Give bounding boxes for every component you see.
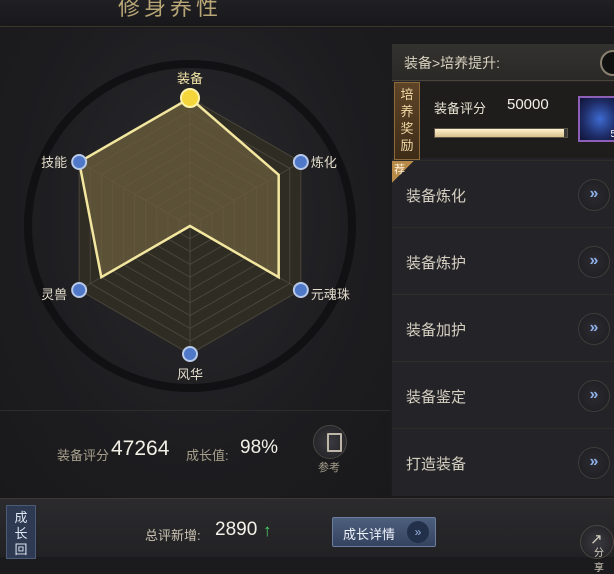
cultivation-item[interactable]: 荐装备炼化 » [392, 160, 614, 227]
top-bar: 修身养性 [0, 0, 614, 27]
cultivation-item-label: 打造装备 [406, 456, 467, 473]
cultivation-header: 装备>培养提升: [392, 44, 614, 81]
chevron-right-icon[interactable]: » [578, 447, 610, 479]
cultivation-item-label: 装备炼化 [406, 188, 467, 205]
share-button[interactable]: ↗ 分享 [580, 525, 614, 574]
growth-label: 成长值: [186, 448, 229, 463]
cultivation-header-text: 装备>培养提升: [404, 55, 501, 71]
reward-item-icon[interactable]: 5 [578, 96, 614, 142]
panel-toggle-icon[interactable] [600, 50, 614, 76]
reward-progress-bar [434, 128, 568, 138]
reward-score-value: 50000 [507, 96, 549, 113]
radar-chart: 装备炼化元魂珠风华 灵兽 技能 [24, 60, 356, 392]
total-increase-label: 总评新增: [145, 528, 201, 543]
chevron-right-icon: » [407, 521, 429, 543]
radar-axis-label: 技能 [41, 155, 67, 170]
radar-axis-label: 炼化 [311, 155, 337, 170]
cultivation-item[interactable]: 装备加护 » [392, 294, 614, 361]
score-value: 47264 [111, 437, 170, 460]
cultivation-panel: 装备>培养提升: 培养奖励 装备评分 50000 5 荐装备炼化» 装备炼护» 装备… [392, 44, 614, 496]
growth-detail-label: 成长详情 [343, 527, 396, 542]
cultivation-item[interactable]: 装备炼护 » [392, 227, 614, 294]
radar-node [71, 282, 88, 298]
document-icon [327, 433, 342, 452]
growth-review-label: 成长回 [14, 510, 28, 557]
growth-review-tab[interactable]: 成长回 [6, 505, 36, 559]
chevron-right-icon[interactable]: » [578, 179, 610, 211]
cultivation-item[interactable]: 打造装备 » [392, 428, 614, 495]
cultivation-item-label: 装备炼护 [406, 255, 467, 272]
growth-value: 98% [240, 437, 279, 458]
radar-node [182, 346, 198, 362]
radar-node [71, 154, 88, 170]
chevron-right-icon[interactable]: » [578, 380, 610, 412]
up-arrow-icon: ↑ [263, 521, 272, 540]
recommended-tag-text: 荐 [394, 164, 405, 176]
growth-detail-button[interactable]: 成长详情 » [332, 517, 436, 547]
reward-score-label: 装备评分 [434, 101, 487, 116]
cultivation-item[interactable]: 装备鉴定 » [392, 361, 614, 428]
total-increase-value: 2890 [215, 519, 258, 540]
reward-tag: 培养奖励 [394, 82, 420, 160]
score-row: 装备评分 47264 成长值: 98% 参考 [0, 410, 390, 499]
cultivation-item-label: 装备鉴定 [406, 389, 467, 406]
recommended-tag: 荐 [392, 161, 414, 183]
score-label: 装备评分 [57, 448, 110, 463]
radar-axis-label: 风华 [177, 367, 203, 382]
reward-item-count: 5 [610, 129, 614, 140]
radar-node [292, 282, 309, 298]
radar-node [180, 88, 200, 108]
page-title: 修身养性 [118, 0, 223, 21]
reward-tag-text: 培养奖励 [400, 87, 414, 153]
bottom-bar: 成长回 总评新增: 2890 ↑ 成长详情 » ↗ 分享 [0, 498, 614, 574]
reference-label: 参考 [318, 462, 340, 474]
radar-axis-label: 灵兽 [41, 287, 67, 302]
radar-axis-label: 元魂珠 [311, 287, 350, 302]
cultivation-item-label: 装备加护 [406, 322, 467, 339]
radar-node [292, 154, 309, 170]
radar-axis-label: 装备 [177, 71, 203, 86]
reference-button[interactable]: 参考 [310, 425, 348, 474]
reference-icon-bg [313, 425, 347, 459]
chevron-right-icon[interactable]: » [578, 246, 610, 278]
share-label: 分享 [594, 548, 604, 574]
chevron-right-icon[interactable]: » [578, 313, 610, 345]
reward-progress-fill [435, 129, 565, 137]
reward-box: 培养奖励 装备评分 50000 5 [392, 82, 614, 160]
